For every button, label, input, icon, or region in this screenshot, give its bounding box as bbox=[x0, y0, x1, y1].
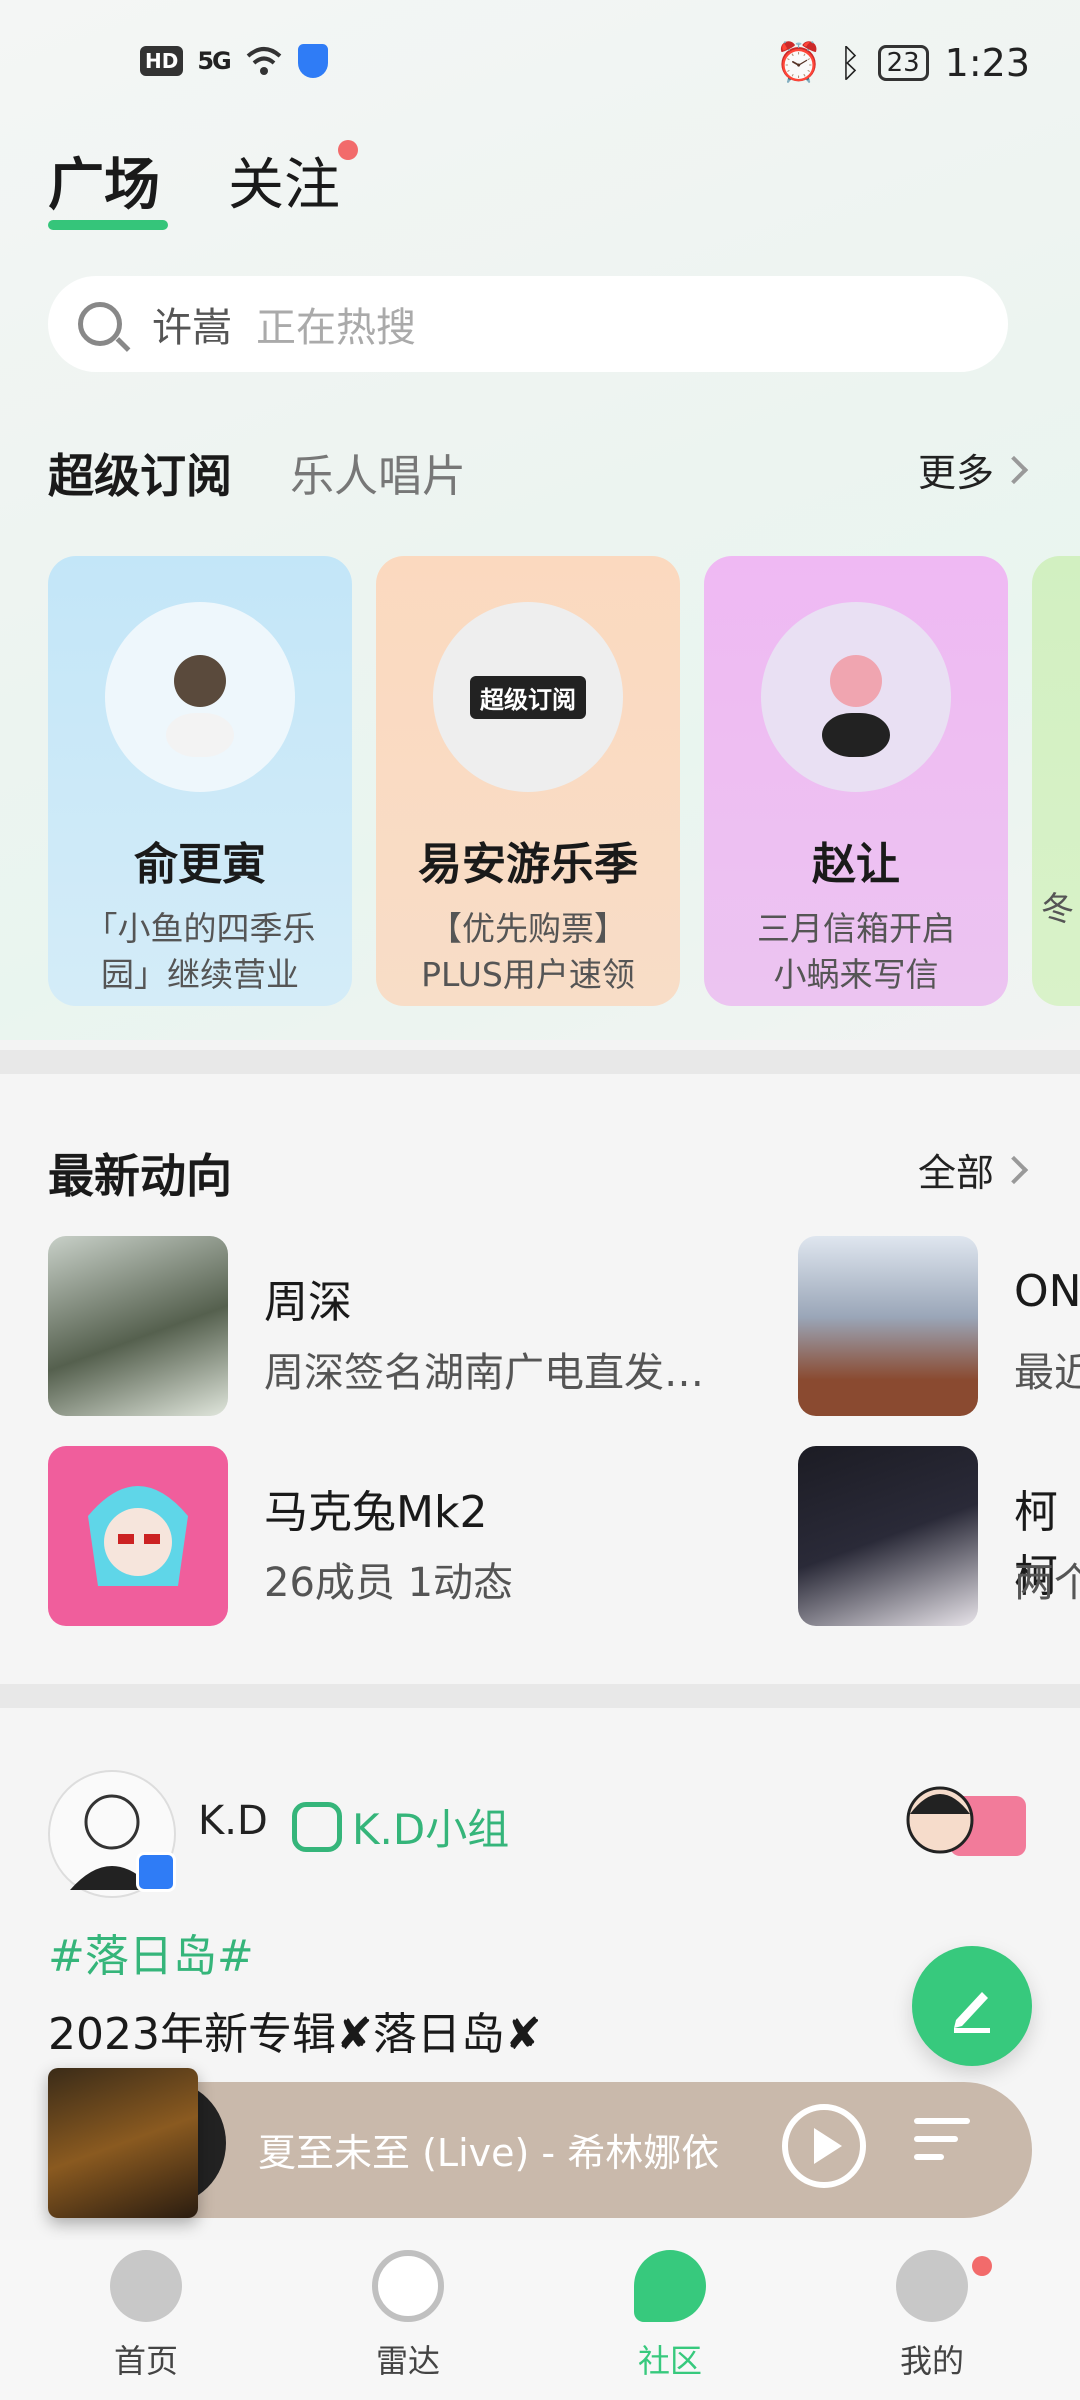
hd-icon: HD bbox=[140, 46, 184, 76]
avatar bbox=[761, 602, 951, 792]
avatar-logo-text: 超级订阅 bbox=[470, 675, 586, 719]
status-bar: HD 5G ⏰ ᛒ 23 1:23 bbox=[0, 30, 1080, 100]
latest-all-button[interactable]: 全部 bbox=[918, 1142, 1029, 1197]
card-desc: 「小鱼的四季乐园」继续营业 bbox=[84, 909, 316, 994]
radar-icon bbox=[372, 2250, 444, 2322]
playlist-button[interactable] bbox=[914, 2118, 978, 2178]
compose-button[interactable] bbox=[912, 1946, 1032, 2066]
chevron-right-icon bbox=[999, 1155, 1029, 1184]
nav-label: 首页 bbox=[113, 2342, 178, 2380]
latest-item-name[interactable]: ON bbox=[1014, 1266, 1080, 1317]
security-shield-icon bbox=[297, 44, 328, 78]
latest-item-thumbnail[interactable] bbox=[798, 1236, 978, 1416]
subscription-title[interactable]: 超级订阅 bbox=[48, 440, 232, 506]
tab-plaza[interactable]: 广场 bbox=[48, 140, 160, 221]
community-icon bbox=[634, 2250, 706, 2322]
play-icon bbox=[814, 2128, 842, 2164]
nav-label: 雷达 bbox=[375, 2342, 440, 2380]
sleeping-cartoon-icon bbox=[906, 1786, 1026, 1856]
author-avatar[interactable] bbox=[48, 1770, 176, 1898]
nav-label: 社区 bbox=[637, 2342, 702, 2380]
subscription-more-button[interactable]: 更多 bbox=[918, 442, 1029, 497]
post-group-name: K.D小组 bbox=[352, 1805, 510, 1854]
card-desc: 三月信箱开启 小蜗来写信 bbox=[757, 909, 955, 994]
section-divider bbox=[0, 1050, 1080, 1074]
search-keyword: 许嵩 bbox=[152, 305, 232, 351]
subscription-card[interactable]: 超级订阅 易安游乐季 【优先购票】PLUS用户速领 bbox=[376, 556, 680, 1006]
latest-item-thumbnail[interactable] bbox=[48, 1446, 228, 1626]
group-icon bbox=[292, 1801, 342, 1852]
nav-profile[interactable]: 我的 bbox=[832, 2250, 1032, 2382]
more-label: 更多 bbox=[918, 451, 995, 495]
card-name: 赵让 bbox=[812, 839, 900, 890]
playlist-icon-line bbox=[914, 2154, 944, 2160]
clock: 1:23 bbox=[944, 40, 1030, 85]
tab-indicator bbox=[48, 220, 168, 230]
playlist-icon-line bbox=[914, 2136, 958, 2142]
avatar: 超级订阅 bbox=[433, 602, 623, 792]
nav-community[interactable]: 社区 bbox=[570, 2250, 770, 2382]
card-name: 俞更寅 bbox=[134, 839, 266, 890]
nav-label: 我的 bbox=[899, 2342, 964, 2380]
profile-icon bbox=[896, 2250, 968, 2322]
latest-item-name[interactable]: 马克兔Mk2 bbox=[264, 1476, 487, 1540]
person-avatar-icon bbox=[166, 655, 234, 757]
wifi-icon bbox=[246, 47, 282, 75]
home-icon bbox=[110, 2250, 182, 2322]
person-avatar-icon bbox=[822, 655, 890, 757]
now-playing-title[interactable]: 夏至未至 (Live) - 希林娜依 bbox=[258, 2122, 738, 2177]
subscription-card-partial[interactable]: 冬 bbox=[1032, 556, 1080, 1006]
bottom-navigation: 首页 雷达 社区 我的 bbox=[0, 2240, 1080, 2400]
chevron-right-icon bbox=[999, 455, 1029, 484]
nav-radar[interactable]: 雷达 bbox=[308, 2250, 508, 2382]
card-desc: 【优先购票】PLUS用户速领 bbox=[421, 909, 635, 994]
latest-item-desc: 最近 bbox=[1014, 1350, 1080, 1396]
verified-badge-icon bbox=[136, 1852, 176, 1892]
post-title[interactable]: 2023年新专辑✘落日岛✘ bbox=[48, 1998, 542, 2062]
tab-following[interactable]: 关注 bbox=[228, 140, 340, 221]
latest-item-desc: 26成员 1动态 bbox=[264, 1560, 514, 1606]
playlist-icon bbox=[914, 2118, 970, 2124]
card-desc: 冬 bbox=[1041, 889, 1074, 928]
post-author-name[interactable]: K.D bbox=[198, 1798, 268, 1844]
pen-icon bbox=[954, 1992, 990, 2033]
alarm-icon: ⏰ bbox=[775, 40, 823, 84]
latest-item-thumbnail[interactable] bbox=[48, 1236, 228, 1416]
avatar bbox=[105, 602, 295, 792]
cartoon-avatar-icon bbox=[88, 1486, 188, 1586]
play-button[interactable] bbox=[782, 2104, 866, 2188]
subscription-subtitle[interactable]: 乐人唱片 bbox=[290, 440, 466, 504]
latest-title: 最新动向 bbox=[48, 1149, 232, 1203]
latest-item-name[interactable]: 周深 bbox=[264, 1266, 352, 1330]
subscription-card[interactable]: 俞更寅 「小鱼的四季乐园」继续营业 bbox=[48, 556, 352, 1006]
all-label: 全部 bbox=[918, 1151, 995, 1195]
section-divider bbox=[0, 1684, 1080, 1708]
following-notification-dot bbox=[338, 140, 358, 160]
nav-home[interactable]: 首页 bbox=[46, 2250, 246, 2382]
battery-icon: 23 bbox=[877, 44, 929, 81]
search-bar[interactable]: 许嵩 正在热搜 bbox=[48, 276, 1008, 372]
album-cover[interactable] bbox=[48, 2068, 198, 2218]
search-hint: 正在热搜 bbox=[256, 305, 416, 351]
latest-item-desc: 两个 bbox=[1014, 1560, 1080, 1606]
subscription-card[interactable]: 赵让 三月信箱开启 小蜗来写信 bbox=[704, 556, 1008, 1006]
cartoon-sticker bbox=[900, 1774, 1030, 1870]
latest-item-thumbnail[interactable] bbox=[798, 1446, 978, 1626]
latest-item-desc: 周深签名湖南广电直发… bbox=[264, 1350, 704, 1396]
profile-notification-dot bbox=[972, 2256, 992, 2276]
post-group-link[interactable]: K.D小组 bbox=[292, 1796, 509, 1857]
signal-icon: 5G bbox=[197, 47, 231, 75]
post-hashtag[interactable]: #落日岛# bbox=[48, 1920, 254, 1984]
search-icon bbox=[78, 302, 122, 346]
card-name: 易安游乐季 bbox=[418, 839, 638, 890]
bluetooth-icon: ᛒ bbox=[838, 40, 862, 85]
